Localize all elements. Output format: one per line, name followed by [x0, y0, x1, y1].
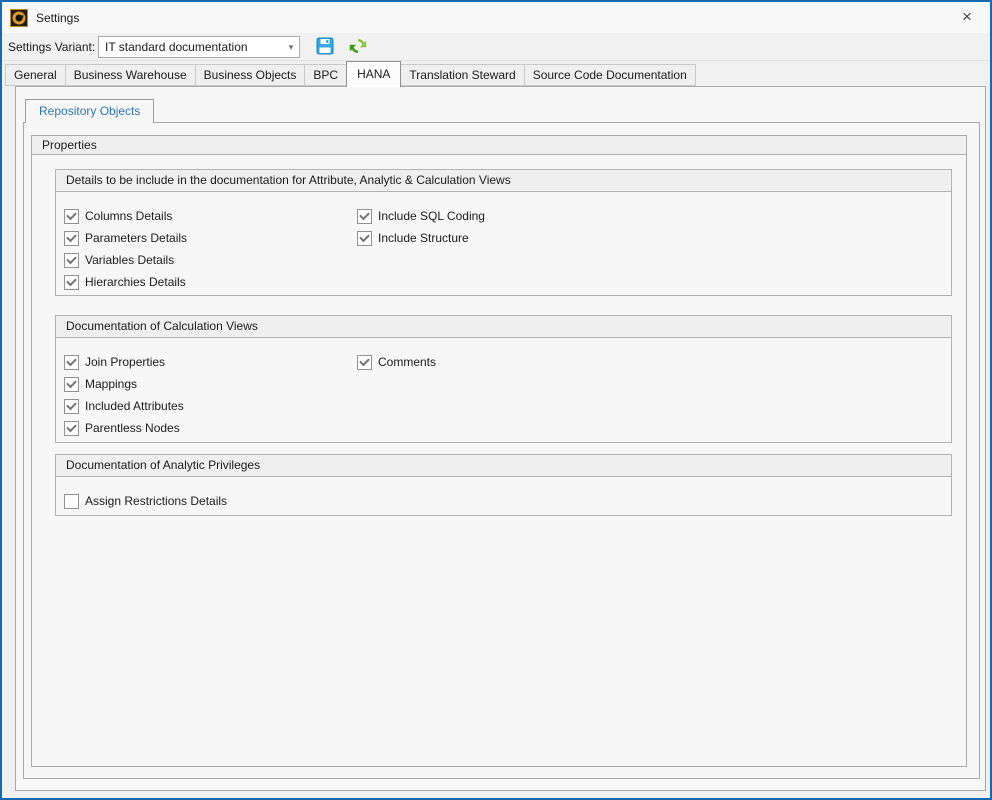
checkbox-checked-icon[interactable] — [64, 209, 79, 224]
section-body: Join Properties Mappings Included Attribut… — [56, 338, 951, 442]
checkbox-checked-icon[interactable] — [64, 377, 79, 392]
checkbox-unchecked-icon[interactable] — [64, 494, 79, 509]
tab-translation-steward[interactable]: Translation Steward — [400, 64, 524, 86]
tab-source-code-documentation[interactable]: Source Code Documentation — [524, 64, 696, 86]
chevron-down-icon[interactable]: ▾ — [283, 42, 299, 53]
checkbox-row-assign-restrictions-details[interactable]: Assign Restrictions Details — [64, 490, 227, 512]
titlebar: Settings × — [2, 2, 990, 34]
settings-variant-value: IT standard documentation — [105, 40, 283, 54]
settings-variant-combobox[interactable]: IT standard documentation ▾ — [98, 36, 300, 58]
close-icon[interactable]: × — [944, 2, 990, 32]
checkbox-row-included-attributes[interactable]: Included Attributes — [64, 395, 184, 417]
tab-business-objects[interactable]: Business Objects — [195, 64, 306, 86]
checkbox-label: Join Properties — [85, 355, 165, 369]
checkbox-column-left: Assign Restrictions Details — [64, 490, 227, 512]
checkbox-column-left: Join Properties Mappings Included Attribut… — [64, 351, 184, 439]
settings-window: Settings × Settings Variant: IT standard… — [0, 0, 992, 800]
checkbox-row-columns-details[interactable]: Columns Details — [64, 205, 187, 227]
checkbox-checked-icon[interactable] — [64, 399, 79, 414]
properties-groupbox: Properties Details to be include in the … — [31, 135, 967, 767]
checkbox-label: Columns Details — [85, 209, 172, 223]
checkbox-checked-icon[interactable] — [64, 231, 79, 246]
checkbox-column-left: Columns Details Parameters Details Variabl… — [64, 205, 187, 293]
app-icon — [10, 9, 28, 27]
sections-container: Details to be include in the documentati… — [32, 169, 966, 516]
checkbox-label: Comments — [378, 355, 436, 369]
repository-objects-page: Properties Details to be include in the … — [23, 122, 980, 779]
checkbox-row-hierarchies-details[interactable]: Hierarchies Details — [64, 271, 187, 293]
checkbox-row-include-structure[interactable]: Include Structure — [357, 227, 485, 249]
checkbox-label: Include Structure — [378, 231, 469, 245]
checkbox-checked-icon[interactable] — [64, 275, 79, 290]
tab-business-warehouse[interactable]: Business Warehouse — [65, 64, 196, 86]
checkbox-row-parentless-nodes[interactable]: Parentless Nodes — [64, 417, 184, 439]
checkbox-checked-icon[interactable] — [357, 209, 372, 224]
section-body: Columns Details Parameters Details Variabl… — [56, 192, 951, 295]
checkbox-label: Included Attributes — [85, 399, 184, 413]
checkbox-checked-icon[interactable] — [64, 421, 79, 436]
window-title: Settings — [36, 11, 79, 25]
section-documentation-of-calculation-views: Documentation of Calculation Views Join P… — [55, 315, 952, 443]
checkbox-row-join-properties[interactable]: Join Properties — [64, 351, 184, 373]
checkbox-label: Mappings — [85, 377, 137, 391]
tab-general[interactable]: General — [5, 64, 66, 86]
save-icon[interactable] — [316, 37, 334, 55]
checkbox-label: Hierarchies Details — [85, 275, 186, 289]
checkbox-label: Assign Restrictions Details — [85, 494, 227, 508]
checkbox-row-include-sql-coding[interactable]: Include SQL Coding — [357, 205, 485, 227]
checkbox-row-parameters-details[interactable]: Parameters Details — [64, 227, 187, 249]
checkbox-label: Parentless Nodes — [85, 421, 180, 435]
refresh-icon[interactable] — [349, 37, 367, 55]
checkbox-column-right: Include SQL Coding Include Structure — [357, 205, 485, 249]
checkbox-row-variables-details[interactable]: Variables Details — [64, 249, 187, 271]
main-tabs: GeneralBusiness WarehouseBusiness Object… — [2, 60, 990, 86]
tab-hana[interactable]: HANA — [346, 61, 401, 87]
checkbox-checked-icon[interactable] — [357, 355, 372, 370]
tab-bpc[interactable]: BPC — [304, 64, 347, 86]
tab-repository-objects[interactable]: Repository Objects — [25, 99, 154, 123]
toolbar: Settings Variant: IT standard documentat… — [2, 33, 990, 60]
checkbox-checked-icon[interactable] — [357, 231, 372, 246]
section-title: Documentation of Calculation Views — [56, 316, 951, 338]
checkbox-checked-icon[interactable] — [64, 355, 79, 370]
checkbox-column-right: Comments — [357, 351, 436, 373]
hana-tab-page: Repository Objects Properties Details to… — [15, 86, 986, 791]
checkbox-label: Parameters Details — [85, 231, 187, 245]
section-title: Documentation of Analytic Privileges — [56, 455, 951, 477]
checkbox-row-comments[interactable]: Comments — [357, 351, 436, 373]
section-body: Assign Restrictions Details — [56, 477, 951, 515]
settings-variant-label: Settings Variant: — [8, 40, 95, 54]
checkbox-label: Variables Details — [85, 253, 174, 267]
section-documentation-of-analytic-privileges: Documentation of Analytic Privileges Assi… — [55, 454, 952, 516]
checkbox-checked-icon[interactable] — [64, 253, 79, 268]
section-details-to-be-include-in-the-documentati: Details to be include in the documentati… — [55, 169, 952, 296]
checkbox-label: Include SQL Coding — [378, 209, 485, 223]
section-title: Details to be include in the documentati… — [56, 170, 951, 192]
properties-group-title: Properties — [32, 136, 966, 155]
checkbox-row-mappings[interactable]: Mappings — [64, 373, 184, 395]
